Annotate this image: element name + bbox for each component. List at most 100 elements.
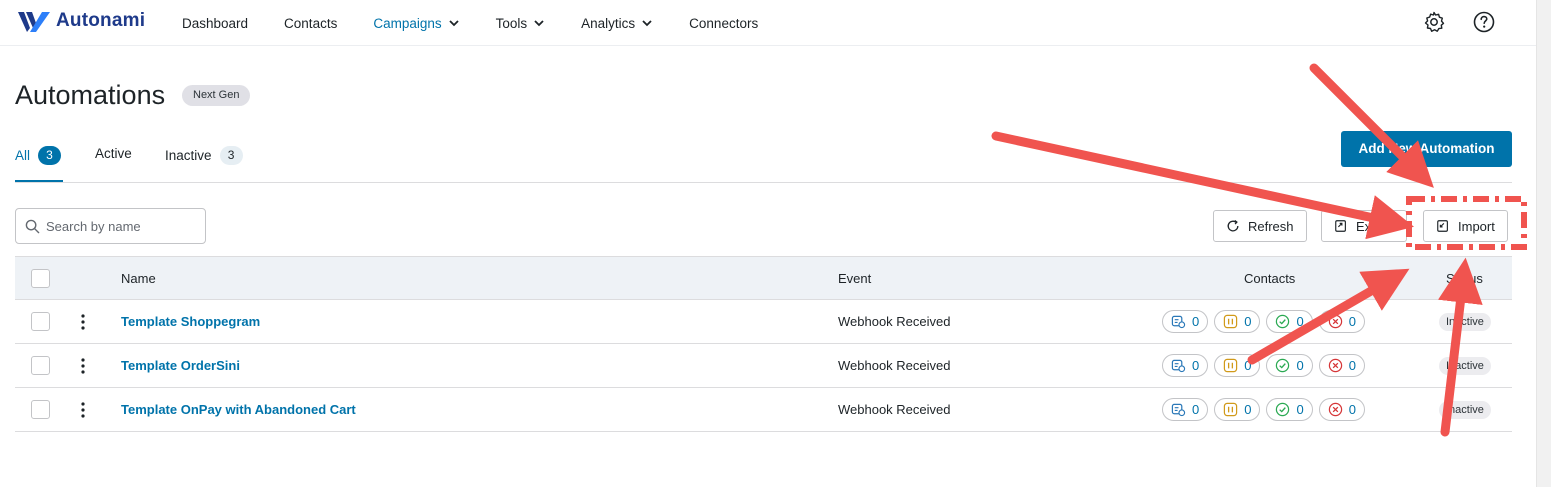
nav-label: Tools [495,15,528,31]
paused-count: 0 [1244,358,1252,373]
brand-logo[interactable]: Autonami [18,10,145,32]
import-icon [1437,220,1448,232]
pause-icon [1224,314,1238,329]
nav-campaigns[interactable]: Campaigns [373,16,459,31]
paused-contacts-chip[interactable]: 0 [1214,354,1261,377]
queued-contacts-chip[interactable]: 0 [1162,310,1209,333]
row-checkbox[interactable] [31,400,50,419]
tab-count: 3 [219,146,243,165]
nav-label: Campaigns [373,15,442,31]
completed-count: 0 [1296,402,1304,417]
nav-label: Analytics [581,15,636,31]
automation-name-link[interactable]: Template OnPay with Abandoned Cart [121,402,356,417]
x-circle-icon [1328,402,1342,417]
queued-contacts-chip[interactable]: 0 [1162,398,1209,421]
table-row: Template OrderSini Webhook Received 0 0 … [15,344,1512,388]
import-button[interactable]: Import [1423,210,1508,242]
table-row: Template OnPay with Abandoned Cart Webho… [15,388,1512,432]
vertical-scrollbar[interactable] [1536,0,1551,487]
table-row: Template Shoppegram Webhook Received 0 0… [15,300,1512,344]
search-icon [25,219,40,233]
next-gen-badge: Next Gen [182,85,251,106]
pause-icon [1224,358,1238,373]
failed-count: 0 [1348,358,1356,373]
queued-contacts-chip[interactable]: 0 [1162,354,1209,377]
export-label: Export [1356,218,1394,234]
top-icons [1396,10,1496,34]
nav-connectors[interactable]: Connectors [689,16,758,31]
export-button[interactable]: Export [1321,210,1407,242]
tab-inactive[interactable]: Inactive 3 [165,146,243,165]
select-all-checkbox[interactable] [31,269,50,288]
contacts-stats: 0 0 0 0 [1162,354,1371,377]
help-icon[interactable] [1472,10,1496,34]
nav-label: Contacts [284,15,338,31]
tab-active[interactable]: Active [95,146,132,161]
contacts-stats: 0 0 0 0 [1162,310,1371,333]
nav-tools[interactable]: Tools [496,16,546,31]
nav-label: Dashboard [182,15,249,31]
nav-analytics[interactable]: Analytics [581,16,653,31]
paused-count: 0 [1244,402,1252,417]
table-header: Name Event Contacts Status [15,256,1512,300]
x-circle-icon [1328,314,1342,329]
chevron-down-icon [642,20,652,27]
failed-contacts-chip[interactable]: 0 [1318,398,1365,421]
paused-count: 0 [1244,314,1252,329]
automations-table: Name Event Contacts Status Template Shop… [15,256,1512,432]
tab-all[interactable]: All 3 [15,146,62,165]
completed-contacts-chip[interactable]: 0 [1266,354,1313,377]
refresh-label: Refresh [1248,218,1294,234]
search-box[interactable] [15,208,206,244]
nav-label: Connectors [689,15,759,31]
paused-contacts-chip[interactable]: 0 [1214,398,1261,421]
refresh-button[interactable]: Refresh [1213,210,1307,242]
event-cell: Webhook Received [838,402,951,417]
completed-contacts-chip[interactable]: 0 [1266,398,1313,421]
completed-count: 0 [1296,358,1304,373]
failed-contacts-chip[interactable]: 0 [1318,354,1365,377]
search-input[interactable] [46,218,196,234]
more-actions-icon[interactable] [80,401,86,419]
failed-contacts-chip[interactable]: 0 [1318,310,1365,333]
status-tabs: All 3 Active Inactive 3 [15,136,1512,183]
autonami-logo-icon [18,12,50,32]
x-circle-icon [1328,358,1342,373]
tab-label: Inactive [165,148,212,163]
nav-contacts[interactable]: Contacts [284,16,337,31]
top-navigation: Autonami Dashboard Contacts Campaigns To… [0,0,1536,46]
completed-contacts-chip[interactable]: 0 [1266,310,1313,333]
chevron-down-icon [534,20,544,27]
completed-count: 0 [1296,314,1304,329]
more-actions-icon[interactable] [80,357,86,375]
tab-count: 3 [38,146,62,165]
queued-icon [1171,359,1186,373]
automation-name-link[interactable]: Template Shoppegram [121,314,260,329]
check-circle-icon [1276,402,1290,417]
header-status: Status [1446,271,1483,286]
header-contacts: Contacts [1244,271,1296,286]
pause-icon [1224,402,1238,417]
contacts-stats: 0 0 0 0 [1162,398,1371,421]
add-new-automation-button[interactable]: Add New Automation [1341,131,1512,167]
tab-label: Active [95,146,132,161]
more-actions-icon[interactable] [80,313,86,331]
status-badge: Inactive [1439,313,1491,331]
row-checkbox[interactable] [31,356,50,375]
refresh-icon [1227,220,1239,232]
main-nav: Dashboard Contacts Campaigns Tools Analy… [182,0,794,46]
export-icon [1335,220,1346,232]
header-name[interactable]: Name [121,271,156,286]
chevron-down-icon [448,20,459,27]
nav-dashboard[interactable]: Dashboard [182,16,248,31]
event-cell: Webhook Received [838,314,951,329]
header-event: Event [838,271,872,286]
queued-count: 0 [1192,314,1200,329]
tab-label: All [15,148,31,163]
row-checkbox[interactable] [31,312,50,331]
import-label: Import [1458,218,1495,234]
automation-name-link[interactable]: Template OrderSini [121,358,240,373]
paused-contacts-chip[interactable]: 0 [1214,310,1261,333]
queued-count: 0 [1192,358,1200,373]
gear-icon[interactable] [1422,10,1446,34]
